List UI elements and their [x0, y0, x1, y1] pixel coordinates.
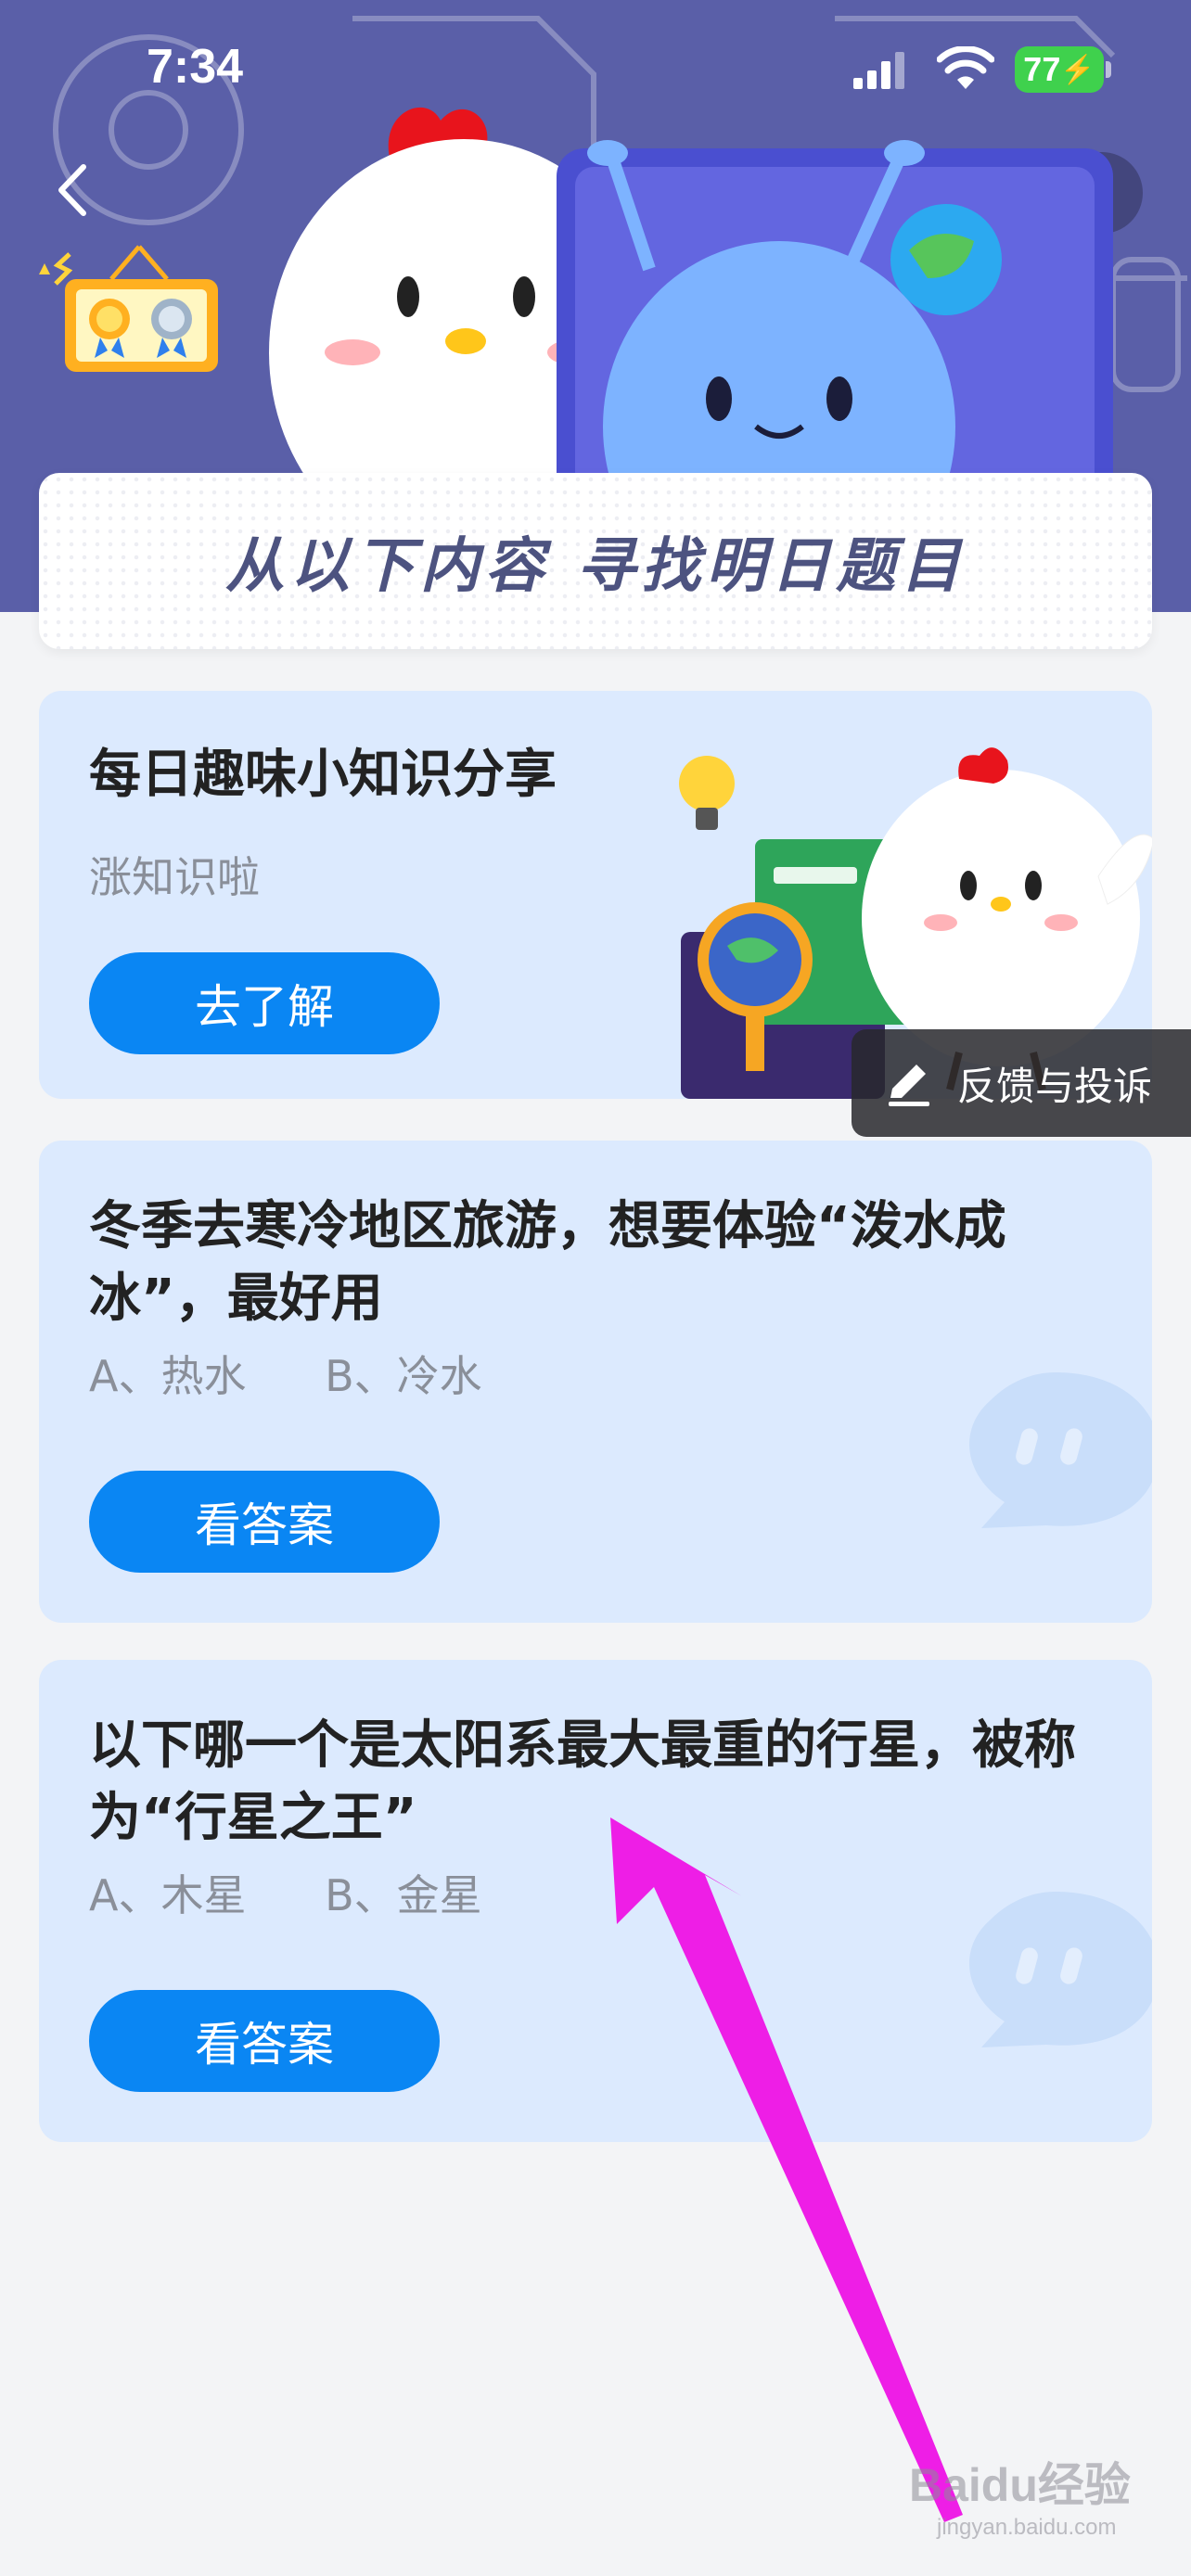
- feedback-complaint-button[interactable]: 反馈与投诉: [852, 1029, 1191, 1137]
- card-title: 每日趣味小知识分享: [89, 745, 557, 805]
- section-banner: 从以下内容 寻找明日题目: [39, 473, 1152, 649]
- question-card: 冬季去寒冷地区旅游，想要体验“泼水成冰”，最好用 A、热水 B、冷水 看答案: [39, 1141, 1152, 1623]
- answer-options: A、热水 B、冷水: [89, 1343, 547, 1404]
- wifi-icon: [937, 46, 994, 89]
- option-a: A、木星: [89, 1870, 247, 1920]
- option-a: A、热水: [89, 1351, 247, 1401]
- medal-frame-icon: [39, 245, 218, 372]
- card-subtitle: 涨知识啦: [89, 852, 260, 902]
- answer-options: A、木星 B、金星: [89, 1862, 547, 1923]
- view-answer-button[interactable]: 看答案: [89, 1471, 440, 1573]
- feedback-label: 反馈与投诉: [957, 1063, 1153, 1109]
- view-answer-button[interactable]: 看答案: [89, 1990, 440, 2092]
- question-title: 冬季去寒冷地区旅游，想要体验“泼水成冰”，最好用: [89, 1196, 1006, 1329]
- baidu-watermark: Baidu经验 jingyan.baidu.com: [909, 2448, 1131, 2541]
- back-chevron-icon[interactable]: [46, 158, 102, 223]
- status-time: 7:34: [147, 40, 244, 94]
- battery-level: 77: [1023, 50, 1061, 88]
- battery-tip: [1106, 61, 1111, 78]
- charging-bolt-icon: ⚡: [1060, 54, 1095, 85]
- chat-bubble-icon: [969, 1892, 1152, 2047]
- alien-mascot-illustration: [557, 140, 1113, 491]
- option-b: B、冷水: [325, 1351, 482, 1401]
- learn-more-button[interactable]: 去了解: [89, 952, 440, 1054]
- option-b: B、金星: [325, 1870, 482, 1920]
- cellular-signal-icon: [853, 52, 904, 89]
- watermark-brand: Baidu经验: [909, 2459, 1131, 2511]
- edit-pen-icon: [889, 1065, 929, 1106]
- question-card: 以下哪一个是太阳系最大最重的行星，被称为“行星之王” A、木星 B、金星 看答案: [39, 1660, 1152, 2142]
- watermark-url: jingyan.baidu.com: [937, 2515, 1117, 2540]
- banner-title: 从以下内容 寻找明日题目: [224, 532, 967, 601]
- chat-bubble-icon: [969, 1372, 1152, 1528]
- question-title: 以下哪一个是太阳系最大最重的行星，被称为“行星之王”: [89, 1715, 1076, 1848]
- battery-indicator: 77 ⚡: [1015, 46, 1104, 93]
